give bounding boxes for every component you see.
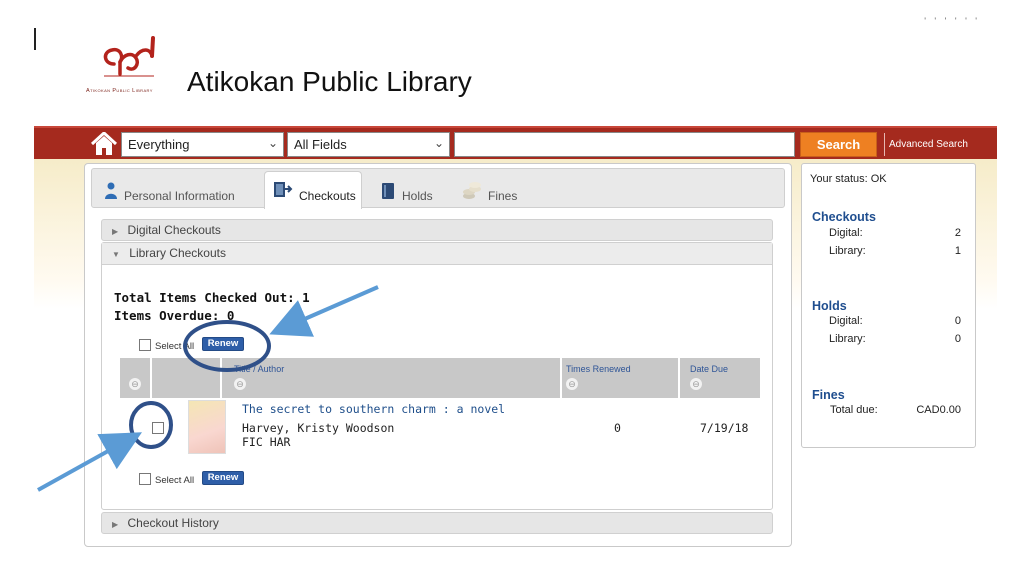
search-scope-select[interactable]: Everything ⌄ (121, 132, 284, 157)
summary-label: Digital: (829, 227, 863, 239)
tab-holds[interactable]: Holds (372, 171, 450, 209)
column-header-times-renewed[interactable]: Times Renewed (566, 364, 631, 374)
summary-value: 0 (954, 333, 961, 345)
sort-icon[interactable]: ⊖ (234, 378, 246, 390)
tab-label: Checkouts (299, 189, 356, 203)
account-tabs: Personal Information Checkouts Holds Fin… (91, 168, 785, 209)
chevron-down-icon: ⌄ (267, 136, 278, 150)
search-scope-value: Everything (128, 137, 190, 152)
tab-label: Holds (402, 189, 433, 203)
search-input[interactable] (454, 132, 795, 157)
section-label: Library Checkouts (129, 246, 226, 260)
table-row: The secret to southern charm : a novel H… (120, 398, 760, 458)
corner-text: ' ' ' ' ' ' (924, 16, 980, 26)
tab-fines[interactable]: Fines (454, 171, 528, 209)
sort-icon[interactable]: ⊖ (566, 378, 578, 390)
expand-arrow-icon: ▶ (112, 227, 119, 236)
checkouts-summary-heading[interactable]: Checkouts (812, 210, 876, 224)
book-title-link[interactable]: The secret to southern charm : a novel (242, 402, 505, 416)
expand-arrow-icon: ▶ (112, 520, 119, 529)
section-label: Checkout History (127, 516, 219, 530)
checkout-totals: Total Items Checked Out: 1 Items Overdue… (114, 289, 310, 325)
summary-value: 1 (954, 245, 961, 257)
text-cursor (34, 28, 36, 50)
search-bar: Everything ⌄ All Fields ⌄ Search Advance… (34, 126, 997, 159)
person-icon (104, 182, 118, 203)
checkout-icon (273, 180, 293, 203)
coins-icon (462, 182, 482, 203)
select-all-label-bottom: Select All (155, 475, 195, 486)
holds-summary-heading[interactable]: Holds (812, 299, 847, 313)
times-renewed-value: 0 (614, 421, 621, 435)
digital-checkouts-header[interactable]: ▶ Digital Checkouts (101, 219, 773, 241)
date-due-value: 7/19/18 (700, 421, 749, 435)
renew-button-bottom[interactable]: Renew (202, 471, 244, 485)
account-status-panel: Your status: OK Checkouts Digital: 2 Lib… (801, 163, 976, 448)
total-checked-out: Total Items Checked Out: 1 (114, 290, 310, 305)
sort-icon[interactable]: ⊖ (129, 378, 141, 390)
column-separator (678, 358, 680, 398)
tab-label: Fines (488, 189, 518, 203)
divider (884, 133, 885, 156)
column-separator (220, 358, 222, 398)
summary-label: Total due: (830, 404, 878, 416)
fines-summary-heading[interactable]: Fines (812, 388, 845, 402)
search-field-select[interactable]: All Fields ⌄ (287, 132, 450, 157)
summary-label: Digital: (829, 315, 863, 327)
collapse-arrow-icon: ▼ (112, 250, 120, 259)
tab-personal-information[interactable]: Personal Information (96, 171, 256, 209)
summary-value: CAD0.00 (916, 404, 961, 416)
checkouts-table-header: ⊖ Title / Author ⊖ Times Renewed ⊖ Date … (120, 358, 760, 398)
chevron-down-icon: ⌄ (433, 136, 444, 150)
tab-label: Personal Information (124, 189, 235, 203)
book-icon (380, 182, 396, 203)
summary-label: Library: (829, 333, 866, 345)
column-header-title-author[interactable]: Title / Author (234, 364, 284, 374)
select-all-label-top: Select All (155, 341, 195, 352)
home-icon (90, 131, 118, 155)
library-logo[interactable]: Atikokan Public Library (86, 34, 176, 96)
account-panel: Personal Information Checkouts Holds Fin… (84, 163, 792, 547)
item-checkbox[interactable] (152, 422, 164, 434)
account-status: Your status: OK (810, 173, 887, 185)
summary-value: 2 (954, 227, 961, 239)
summary-label: Library: (829, 245, 866, 257)
home-button[interactable] (90, 131, 118, 156)
column-separator (150, 358, 152, 398)
renew-button-top[interactable]: Renew (202, 337, 244, 351)
page-title: Atikokan Public Library (187, 66, 472, 97)
sort-icon[interactable]: ⊖ (690, 378, 702, 390)
select-all-checkbox-top[interactable] (139, 339, 151, 351)
column-separator (560, 358, 562, 398)
items-overdue: Items Overdue: 0 (114, 308, 235, 323)
search-button[interactable]: Search (800, 132, 877, 157)
checkout-history-header[interactable]: ▶ Checkout History (101, 512, 773, 534)
search-field-value: All Fields (294, 137, 347, 152)
section-label: Digital Checkouts (127, 223, 221, 237)
advanced-search-link[interactable]: Advanced Search (889, 139, 968, 150)
tab-checkouts[interactable]: Checkouts (264, 171, 362, 209)
logo-mark-icon (103, 36, 155, 77)
logo-caption: Atikokan Public Library (86, 88, 153, 94)
call-number: FIC HAR (242, 435, 291, 449)
book-author: Harvey, Kristy Woodson (242, 421, 395, 435)
library-checkouts-header[interactable]: ▼ Library Checkouts (102, 243, 772, 265)
library-checkouts-section: ▼ Library Checkouts Total Items Checked … (101, 242, 773, 510)
column-header-date-due[interactable]: Date Due (690, 364, 728, 374)
book-cover-image[interactable] (188, 400, 226, 454)
summary-value: 0 (954, 315, 961, 327)
select-all-checkbox-bottom[interactable] (139, 473, 151, 485)
